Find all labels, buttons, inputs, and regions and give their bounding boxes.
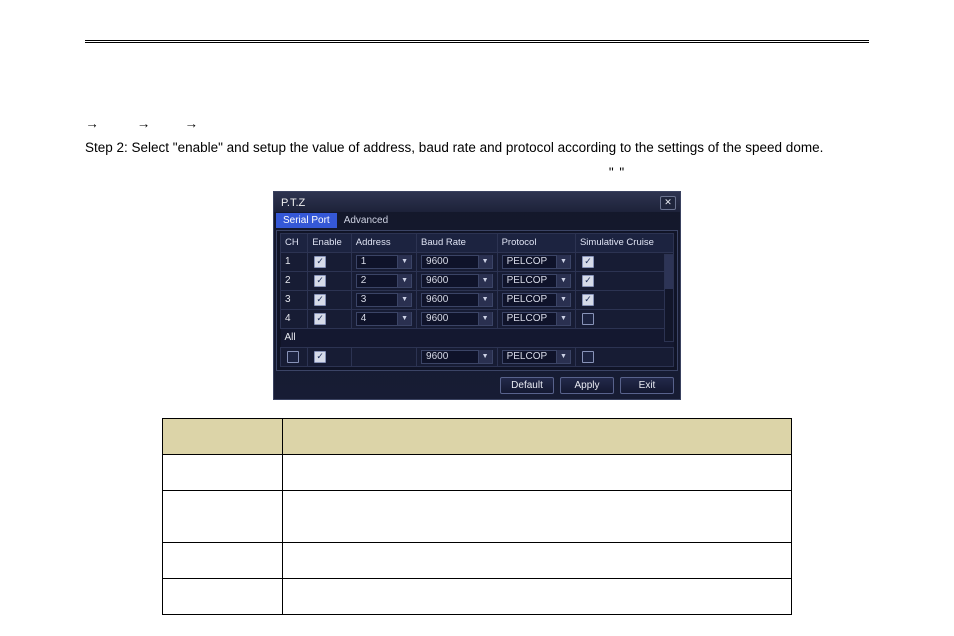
arrow-icon: →	[85, 114, 99, 134]
enable-checkbox[interactable]: ✓	[314, 275, 326, 287]
enable-checkbox[interactable]: ✓	[314, 313, 326, 325]
def-cell	[163, 578, 283, 614]
protocol-select[interactable]: PELCOP▼	[502, 293, 571, 307]
quote-glyphs: " "	[607, 163, 627, 183]
address-select[interactable]: 2▼	[356, 274, 412, 288]
tab-advanced[interactable]: Advanced	[337, 213, 395, 228]
baud-select[interactable]: 9600▼	[421, 293, 493, 307]
table-row: 2 ✓ 2▼ 9600▼ PELCOP▼ ✓	[281, 271, 674, 290]
th-address: Address	[351, 233, 416, 252]
step3-line: " "	[85, 163, 869, 183]
def-cell	[283, 454, 792, 490]
exit-button[interactable]: Exit	[620, 377, 674, 394]
def-th-param	[163, 418, 283, 454]
baud-select[interactable]: 9600▼	[421, 255, 493, 269]
all-select-checkbox[interactable]: ✓	[287, 351, 299, 363]
cell-ch: 4	[281, 309, 308, 328]
chevron-down-icon: ▼	[556, 350, 570, 363]
table-row: 4 ✓ 4▼ 9600▼ PELCOP▼ ✓	[281, 309, 674, 328]
simcruise-all-checkbox[interactable]: ✓	[582, 351, 594, 363]
ptz-dialog: P.T.Z ✕ Serial Port Advanced CH Enable A…	[273, 191, 681, 400]
chevron-down-icon: ▼	[478, 312, 492, 325]
def-cell	[163, 542, 283, 578]
baud-select[interactable]: 9600▼	[421, 274, 493, 288]
chevron-down-icon: ▼	[397, 312, 411, 325]
chevron-down-icon: ▼	[556, 312, 570, 325]
chevron-down-icon: ▼	[478, 293, 492, 306]
enable-all-checkbox[interactable]: ✓	[314, 351, 326, 363]
chevron-down-icon: ▼	[478, 274, 492, 287]
th-enable: Enable	[308, 233, 352, 252]
protocol-select[interactable]: PELCOP▼	[502, 274, 571, 288]
th-baud: Baud Rate	[417, 233, 498, 252]
dialog-body: CH Enable Address Baud Rate Protocol Sim…	[276, 230, 678, 371]
dialog-titlebar: P.T.Z ✕	[274, 192, 680, 212]
table-row: 3 ✓ 3▼ 9600▼ PELCOP▼ ✓	[281, 290, 674, 309]
default-button[interactable]: Default	[500, 377, 554, 394]
all-row: ✓ ✓ 9600▼ PELCOP▼ ✓	[281, 347, 674, 366]
vertical-scrollbar[interactable]	[664, 254, 674, 342]
th-protocol: Protocol	[497, 233, 575, 252]
protocol-select[interactable]: PELCOP▼	[502, 255, 571, 269]
def-cell	[163, 454, 283, 490]
chevron-down-icon: ▼	[397, 255, 411, 268]
enable-checkbox[interactable]: ✓	[314, 294, 326, 306]
simcruise-checkbox[interactable]: ✓	[582, 313, 594, 325]
close-icon[interactable]: ✕	[660, 196, 676, 210]
simcruise-checkbox[interactable]: ✓	[582, 256, 594, 268]
step1-line: → → →	[85, 114, 869, 134]
chevron-down-icon: ▼	[397, 274, 411, 287]
address-select[interactable]: 4▼	[356, 312, 412, 326]
all-label-row: All	[281, 328, 674, 347]
table-row: 1 ✓ 1▼ 9600▼ PELCOP▼ ✓	[281, 252, 674, 271]
definitions-table	[162, 418, 792, 615]
def-cell	[283, 490, 792, 542]
chevron-down-icon: ▼	[397, 293, 411, 306]
baud-all-select[interactable]: 9600▼	[421, 350, 493, 364]
enable-checkbox[interactable]: ✓	[314, 256, 326, 268]
page-divider	[85, 40, 869, 43]
protocol-all-select[interactable]: PELCOP▼	[502, 350, 571, 364]
dialog-title: P.T.Z	[281, 197, 305, 209]
def-th-desc	[283, 418, 792, 454]
arrow-icon: →	[137, 114, 151, 134]
address-select[interactable]: 3▼	[356, 293, 412, 307]
tab-serial-port[interactable]: Serial Port	[276, 213, 337, 228]
th-ch: CH	[281, 233, 308, 252]
chevron-down-icon: ▼	[478, 255, 492, 268]
arrow-icon: →	[184, 114, 198, 134]
chevron-down-icon: ▼	[556, 255, 570, 268]
address-select[interactable]: 1▼	[356, 255, 412, 269]
cell-ch: 1	[281, 252, 308, 271]
def-cell	[283, 542, 792, 578]
th-simcruise: Simulative Cruise	[575, 233, 673, 252]
chevron-down-icon: ▼	[556, 293, 570, 306]
cell-ch: 2	[281, 271, 308, 290]
apply-button[interactable]: Apply	[560, 377, 614, 394]
step2-text: Step 2: Select "enable" and setup the va…	[85, 138, 869, 158]
def-cell	[163, 490, 283, 542]
simcruise-checkbox[interactable]: ✓	[582, 275, 594, 287]
chevron-down-icon: ▼	[478, 350, 492, 363]
def-cell	[283, 578, 792, 614]
cell-ch: 3	[281, 290, 308, 309]
simcruise-checkbox[interactable]: ✓	[582, 294, 594, 306]
chevron-down-icon: ▼	[556, 274, 570, 287]
protocol-select[interactable]: PELCOP▼	[502, 312, 571, 326]
baud-select[interactable]: 9600▼	[421, 312, 493, 326]
all-label: All	[281, 328, 674, 347]
